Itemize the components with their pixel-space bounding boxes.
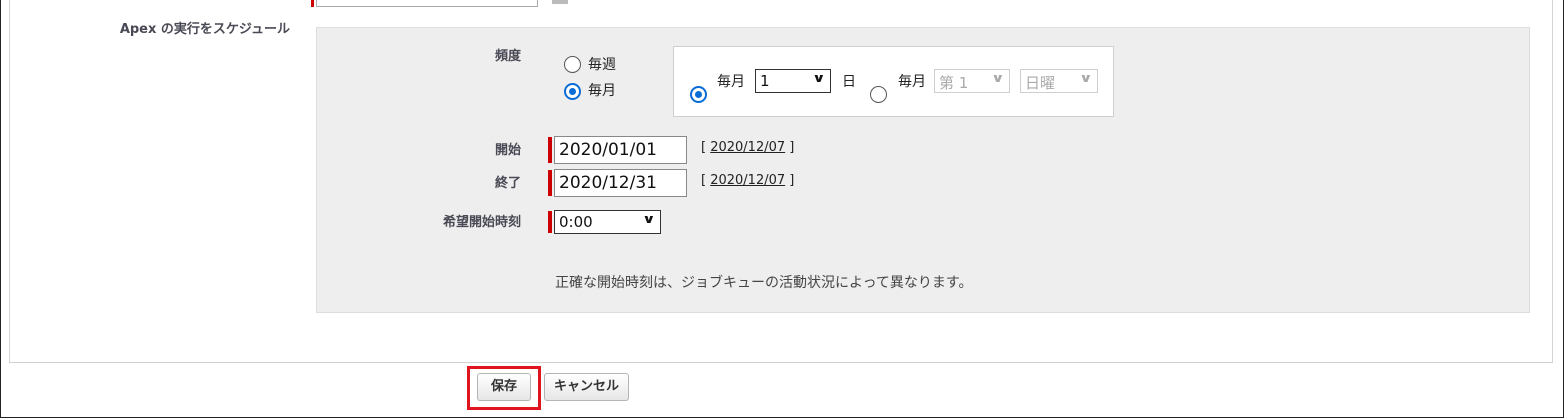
preferred-time-value: 0:00 <box>559 213 593 231</box>
required-indicator <box>311 0 314 7</box>
weekly-radio[interactable] <box>564 56 581 73</box>
weekly-radio-label: 毎週 <box>588 57 616 73</box>
chevron-down-icon: ∨ <box>991 71 1005 85</box>
end-today-link-group: [ 2020/12/07 ] <box>701 173 795 188</box>
frequency-label: 頻度 <box>494 49 521 64</box>
section-label: Apex の実行をスケジュール <box>119 22 290 37</box>
ordinal-select-value: 第 1 <box>939 74 969 92</box>
weekday-select-value: 日曜 <box>1025 74 1056 92</box>
monthly-weekday-radio[interactable] <box>870 86 887 103</box>
divider <box>1552 0 1553 363</box>
monthly-weekday-prefix: 毎月 <box>898 74 926 90</box>
ordinal-select[interactable]: 第 1 ∨ <box>934 69 1010 93</box>
lookup-icon[interactable] <box>552 0 568 4</box>
cancel-button[interactable]: キャンセル <box>544 373 629 401</box>
monthly-radio[interactable] <box>564 83 581 100</box>
start-today-link[interactable]: 2020/12/07 <box>710 140 785 155</box>
chevron-down-icon: ∨ <box>642 212 656 226</box>
footer-divider <box>9 362 1553 363</box>
chevron-down-icon: ∨ <box>812 71 826 85</box>
weekday-select[interactable]: 日曜 ∨ <box>1020 69 1098 93</box>
day-select-value: 1 <box>760 72 770 90</box>
day-suffix: 日 <box>842 74 856 90</box>
start-label: 開始 <box>494 143 521 158</box>
preferred-time-label: 希望開始時刻 <box>442 215 521 230</box>
end-today-link[interactable]: 2020/12/07 <box>710 173 785 188</box>
start-time-note: 正確な開始時刻は、ジョブキューの活動状況によって異なります。 <box>555 275 973 291</box>
day-select[interactable]: 1 ∨ <box>755 69 831 93</box>
required-indicator <box>548 170 552 196</box>
preferred-time-select[interactable]: 0:00 ∨ <box>554 210 661 234</box>
start-date-input[interactable]: 2020/01/01 <box>554 136 687 164</box>
required-indicator <box>548 211 552 233</box>
end-date-input[interactable]: 2020/12/31 <box>554 169 687 197</box>
start-today-link-group: [ 2020/12/07 ] <box>701 140 795 155</box>
required-indicator <box>548 137 552 163</box>
monthly-day-prefix: 毎月 <box>717 74 745 90</box>
save-button-highlight <box>467 366 541 410</box>
partial-input-field[interactable] <box>316 0 538 7</box>
end-label: 終了 <box>494 176 521 191</box>
chevron-down-icon: ∨ <box>1079 71 1093 85</box>
monthly-radio-label: 毎月 <box>588 83 616 99</box>
monthly-day-radio[interactable] <box>690 86 707 103</box>
divider <box>9 0 10 363</box>
